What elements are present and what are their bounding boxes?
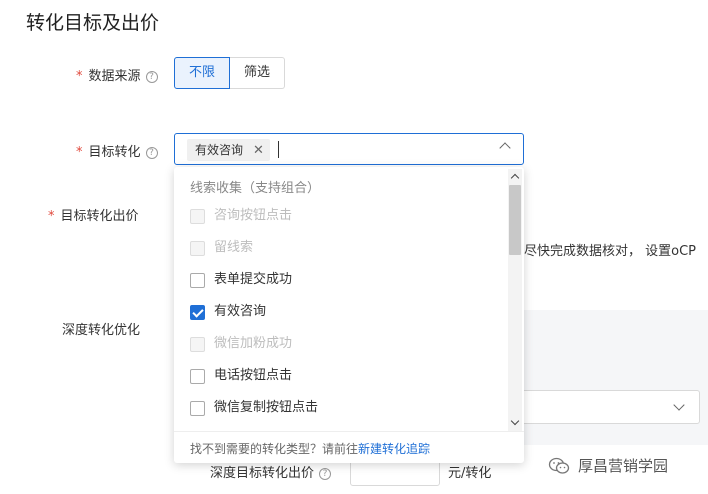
- help-circle-icon[interactable]: ?: [145, 71, 158, 83]
- page-title: 转化目标及出价: [26, 12, 160, 34]
- target-bid-label: * 目标转化出价: [48, 205, 139, 224]
- dropdown-item-label: 表单提交成功: [214, 272, 293, 287]
- watermark: 厚昌营销学园: [548, 455, 668, 476]
- required-mark: *: [48, 209, 55, 224]
- target-conversion-label: * 目标转化?: [76, 141, 158, 160]
- dropdown-item[interactable]: 微信复制按钮点击: [190, 398, 318, 418]
- target-conversion-label-text: 目标转化: [88, 145, 141, 160]
- data-source-option-filter[interactable]: 筛选: [230, 57, 286, 89]
- dropdown-item-label: 微信加粉成功: [214, 336, 293, 351]
- target-conversion-select[interactable]: 有效咨询 ✕: [174, 133, 524, 165]
- dropdown-item-label: 留线索: [214, 240, 254, 255]
- deep-bid-unit: 元/转化: [448, 466, 492, 481]
- watermark-text: 厚昌营销学园: [578, 457, 669, 475]
- scroll-up-icon[interactable]: [510, 173, 520, 183]
- dropdown-footer: 找不到需要的转化类型？请前往新建转化追踪: [174, 431, 524, 463]
- deep-bid-label-text: 深度目标转化出价: [210, 466, 315, 481]
- checkbox-checked[interactable]: [190, 304, 205, 320]
- wechat-icon: [548, 457, 570, 474]
- data-source-option-unlimited[interactable]: 不限: [174, 57, 231, 89]
- deep-bid-label: 深度目标转化出价?: [210, 462, 332, 481]
- chevron-up-icon[interactable]: [499, 142, 511, 154]
- deep-optimization-label: 深度转化优化: [62, 323, 141, 338]
- create-conversion-link[interactable]: 新建转化追踪: [358, 442, 430, 456]
- chevron-down-icon: [673, 399, 685, 411]
- footer-hint-text: 找不到需要的转化类型？请前往: [190, 442, 359, 456]
- close-icon[interactable]: ✕: [253, 143, 264, 158]
- checkbox: [190, 240, 205, 256]
- scrollbar-thumb[interactable]: [509, 185, 521, 255]
- checkbox[interactable]: [190, 368, 205, 384]
- scroll-down-icon[interactable]: [510, 416, 520, 426]
- data-source-label-text: 数据来源: [88, 69, 141, 84]
- notice-text: 尽快完成数据核对， 设置oCP: [524, 244, 697, 259]
- required-mark: *: [76, 69, 83, 84]
- selected-tag-label: 有效咨询: [195, 143, 244, 157]
- footer-hint: 找不到需要的转化类型？请前往新建转化追踪: [190, 440, 430, 457]
- selected-tag: 有效咨询 ✕: [187, 139, 270, 161]
- checkbox: [190, 208, 205, 224]
- data-source-label: * 数据来源?: [76, 65, 158, 84]
- dropdown-item: 留线索: [190, 238, 253, 258]
- help-circle-icon[interactable]: ?: [319, 468, 332, 480]
- dropdown-item-label: 电话按钮点击: [214, 368, 293, 383]
- checkbox[interactable]: [190, 272, 205, 288]
- dropdown-item[interactable]: 电话按钮点击: [190, 366, 292, 386]
- dropdown-item-label: 微信复制按钮点击: [214, 400, 319, 415]
- dropdown-group-title: 线索收集（支持组合）: [190, 181, 321, 196]
- dropdown-item-label: 咨询按钮点击: [214, 208, 293, 223]
- checkbox[interactable]: [190, 400, 205, 416]
- target-bid-label-text: 目标转化出价: [60, 209, 139, 224]
- dropdown-item[interactable]: 表单提交成功: [190, 270, 292, 290]
- dropdown-item: 微信加粉成功: [190, 334, 292, 354]
- dropdown-scrollbar[interactable]: [508, 169, 522, 431]
- required-mark: *: [76, 145, 83, 160]
- deep-optimization-select[interactable]: [506, 390, 700, 424]
- conversion-dropdown: 线索收集（支持组合） 咨询按钮点击 留线索 表单提交成功 有效咨询 微信加粉成功…: [174, 167, 524, 463]
- text-caret: [278, 141, 279, 158]
- dropdown-item[interactable]: 有效咨询: [190, 302, 266, 322]
- checkbox: [190, 336, 205, 352]
- data-source-segmented: 不限 筛选: [174, 57, 286, 89]
- dropdown-item: 咨询按钮点击: [190, 206, 292, 226]
- help-circle-icon[interactable]: ?: [145, 147, 158, 159]
- dropdown-item-label: 有效咨询: [214, 304, 267, 319]
